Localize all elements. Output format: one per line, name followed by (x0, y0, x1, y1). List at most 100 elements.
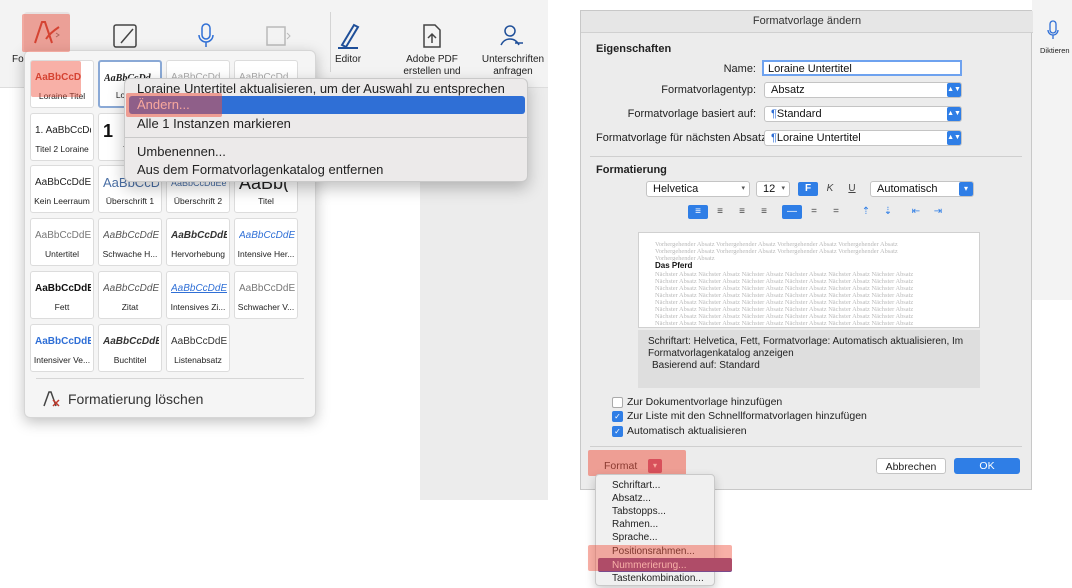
gallery-divider (36, 378, 304, 379)
style-swatch[interactable]: AaBbCcDdEe Intensives Zi... (166, 271, 230, 319)
style-swatch[interactable]: AaBbCcDdEe Fett (30, 271, 94, 319)
style-swatch-preview: AaBbCcDdEe (103, 283, 159, 294)
style-swatch-preview: AaBbCcDdEe (171, 230, 227, 241)
style-swatch-name: Titel (258, 196, 274, 206)
align-right-button[interactable]: ≡ (732, 205, 752, 219)
style-swatch-name: Schwacher V... (237, 302, 295, 312)
style-type-select[interactable]: Absatz ▲▼ (764, 82, 962, 98)
underline-button[interactable]: U (842, 182, 862, 196)
properties-heading: Eigenschaften (596, 43, 672, 55)
style-swatch[interactable]: AaBbCcDdEe Intensiver Ve... (30, 324, 94, 372)
signatures-button[interactable] (494, 18, 530, 54)
style-swatch-name: Hervorhebung (171, 249, 225, 259)
indent-decrease-button[interactable]: ⇤ (906, 205, 926, 219)
preview-next-line: Nächster Absatz Nächster Absatz Nächster… (655, 313, 914, 320)
size-select[interactable]: 12 ▾ (756, 181, 790, 197)
style-swatch-preview: AaBbCcDdEe (171, 336, 227, 347)
align-left-button[interactable]: ≡ (688, 205, 708, 219)
add-to-template-checkbox[interactable] (612, 397, 623, 408)
ctx-select-instances-item[interactable]: Alle 1 Instanzen markieren (137, 115, 291, 133)
ruler-mark (0, 88, 24, 98)
format-menu-font[interactable]: Schriftart... (612, 479, 660, 492)
editor-button[interactable] (330, 18, 366, 54)
indent-increase-icon: ⇥ (933, 206, 943, 217)
style-swatch-preview: AaBbCcDdEe (35, 230, 91, 241)
add-to-template-label: Zur Dokumentvorlage hinzufügen (627, 396, 783, 408)
based-on-select[interactable]: ¶Standard ▲▼ (764, 106, 962, 122)
style-swatch-name: Kein Leerraum (34, 196, 90, 206)
style-swatch[interactable]: AaBbCcDdEe Schwacher V... (234, 271, 298, 319)
add-to-quick-styles-checkbox[interactable]: ✓ (612, 411, 623, 422)
dictate-button[interactable] (188, 18, 224, 54)
styles-pane-icon-button[interactable] (108, 18, 144, 54)
format-menu-shortcut[interactable]: Tastenkombination... (612, 572, 704, 585)
align-justify-button[interactable]: ≡ (754, 205, 774, 219)
context-menu-separator (125, 137, 529, 138)
italic-button[interactable]: K (820, 182, 840, 196)
align-right-icon: ≡ (739, 206, 745, 217)
auto-update-checkbox[interactable]: ✓ (612, 426, 623, 437)
line-spacing-1-5-button[interactable]: = (804, 205, 824, 219)
style-swatch[interactable]: AaBbCcDdEe Buchtitel (98, 324, 162, 372)
format-menu-tabs[interactable]: Tabstopps... (612, 505, 666, 518)
style-swatch[interactable]: AaBbCcDdEe Kein Leerraum (30, 165, 94, 213)
indent-increase-button[interactable]: ⇥ (928, 205, 948, 219)
style-swatch[interactable]: 1. AaBbCcDd Titel 2 Loraine (30, 113, 94, 161)
style-swatch-preview: 1. AaBbCcDd (35, 125, 91, 136)
align-center-icon: ≡ (717, 206, 723, 217)
style-swatch-name: Buchtitel (113, 355, 147, 365)
line-onehalf-icon: = (811, 206, 817, 217)
style-swatch-name: Titel 2 Loraine (35, 144, 89, 154)
style-swatch-name: Fett (54, 302, 70, 312)
style-swatch-name: Zitat (121, 302, 139, 312)
style-swatch[interactable]: AaBbCcDdEe Intensive Her... (234, 218, 298, 266)
ctx-remove-item[interactable]: Aus dem Formatvorlagenkatalog entfernen (137, 161, 383, 179)
line-spacing-double-button[interactable]: = (826, 205, 846, 219)
style-swatch-preview: AaBbCcDdEe (35, 283, 91, 294)
space-before-icon: ⇡ (861, 206, 871, 217)
next-style-select[interactable]: ¶Loraine Untertitel ▲▼ (764, 130, 962, 146)
ok-button[interactable]: OK (954, 458, 1020, 474)
style-swatch-preview: AaBbCcDdEe (103, 230, 159, 241)
style-swatch[interactable]: AaBbCcDdEe Hervorhebung (166, 218, 230, 266)
select-arrow-icon: ▾ (959, 182, 973, 196)
format-menu-border[interactable]: Rahmen... (612, 518, 658, 531)
cancel-button[interactable]: Abbrechen (876, 458, 946, 474)
style-swatch-name: Schwache H... (102, 249, 158, 259)
space-after-button[interactable]: ⇣ (878, 205, 898, 219)
style-type-label: Formatvorlagentyp: (661, 84, 756, 96)
style-swatch[interactable]: AaBbCcDdEe Schwache H... (98, 218, 162, 266)
signatures-label: Unterschriften anfragen (481, 54, 545, 77)
style-swatch[interactable]: AaBbCcDdEe Untertitel (30, 218, 94, 266)
font-select[interactable]: Helvetica ▾ (646, 181, 750, 197)
dictate-label: Diktieren (1040, 46, 1070, 55)
style-swatch[interactable]: AaBbCcDdEe Listenabsatz (166, 324, 230, 372)
align-center-button[interactable]: ≡ (710, 205, 730, 219)
line-spacing-single-button[interactable]: — (782, 205, 802, 219)
preview-prev-line: Vorhergehender Absatz Vorhergehender Abs… (655, 248, 898, 255)
ribbon-sidebar-fragment: Diktieren (1032, 0, 1072, 300)
style-swatch-name: Intensives Zi... (170, 302, 226, 312)
adobe-pdf-button[interactable] (414, 18, 450, 54)
bold-button[interactable]: F (798, 182, 818, 196)
style-swatch-name: Intensiver Ve... (33, 355, 91, 365)
style-swatch[interactable]: AaBbCcDdEe Zitat (98, 271, 162, 319)
dialog-title: Formatvorlage ändern (581, 11, 1033, 33)
format-menu-paragraph[interactable]: Absatz... (612, 492, 651, 505)
preview-next-line: Nächster Absatz Nächster Absatz Nächster… (655, 299, 914, 306)
editor-label: Editor (334, 54, 362, 65)
next-style-label: Formatvorlage für nächsten Absatz: (596, 132, 770, 144)
clear-formatting-label: Formatierung löschen (68, 391, 204, 407)
preview-sample: Das Pferd (655, 261, 693, 270)
name-input[interactable]: Loraine Untertitel (762, 60, 962, 76)
clear-formatting-item[interactable]: Formatierung löschen (42, 387, 302, 411)
align-left-icon: ≡ (695, 206, 701, 217)
format-menu-language[interactable]: Sprache... (612, 531, 658, 544)
style-swatch-name: Listenabsatz (174, 355, 222, 365)
preview-next-line: Nächster Absatz Nächster Absatz Nächster… (655, 278, 914, 285)
preview-next-line: Nächster Absatz Nächster Absatz Nächster… (655, 285, 914, 292)
space-before-button[interactable]: ⇡ (856, 205, 876, 219)
ctx-rename-item[interactable]: Umbenennen... (137, 143, 226, 161)
preview-next-line: Nächster Absatz Nächster Absatz Nächster… (655, 306, 914, 313)
color-select[interactable]: Automatisch ▾ (870, 181, 974, 197)
